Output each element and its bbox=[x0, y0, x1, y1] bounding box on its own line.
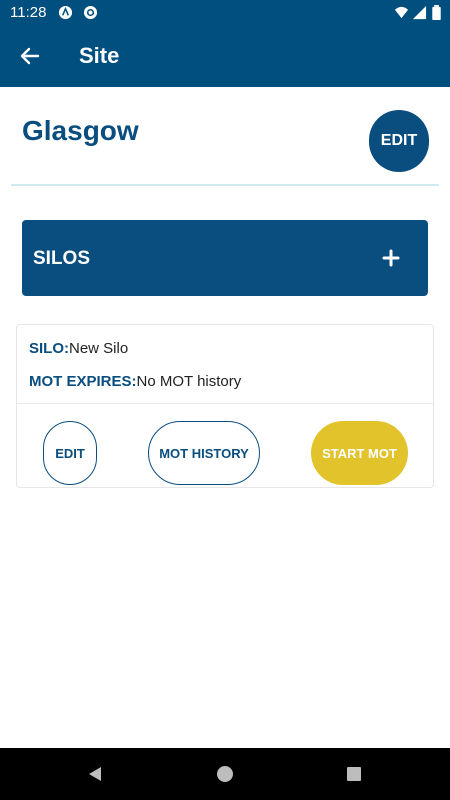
start-mot-button[interactable]: START MOT bbox=[311, 421, 408, 485]
silo-name-row: SILO:New Silo bbox=[29, 340, 128, 357]
mot-expires-row: MOT EXPIRES:No MOT history bbox=[29, 373, 241, 390]
mot-expires-value: No MOT history bbox=[136, 373, 242, 390]
edit-site-button[interactable]: EDIT bbox=[369, 110, 429, 172]
page-title: Site bbox=[79, 43, 120, 68]
back-triangle-icon[interactable] bbox=[85, 764, 105, 784]
silos-section-header: SILOS bbox=[22, 220, 428, 296]
silos-title: SILOS bbox=[33, 248, 91, 269]
signal-icon bbox=[412, 5, 427, 20]
silo-value: New Silo bbox=[69, 340, 129, 357]
mot-history-button[interactable]: MOT HISTORY bbox=[148, 421, 260, 485]
home-circle-icon[interactable] bbox=[215, 764, 235, 784]
app-notification-icon bbox=[58, 5, 73, 20]
status-bar: 11:28 bbox=[0, 0, 450, 25]
site-name: Glasgow bbox=[22, 115, 139, 146]
recents-square-icon[interactable] bbox=[344, 764, 364, 784]
at-sign-icon bbox=[83, 5, 98, 20]
battery-icon bbox=[432, 5, 441, 20]
silo-key: SILO: bbox=[29, 340, 69, 357]
edit-silo-button[interactable]: EDIT bbox=[43, 421, 97, 485]
card-divider bbox=[17, 403, 433, 404]
plus-icon[interactable] bbox=[380, 247, 402, 269]
silo-card: SILO:New Silo MOT EXPIRES:No MOT history… bbox=[16, 324, 434, 488]
divider bbox=[11, 184, 439, 186]
system-nav-bar bbox=[0, 748, 450, 800]
mot-expires-key: MOT EXPIRES: bbox=[29, 373, 137, 390]
wifi-icon bbox=[394, 6, 409, 19]
app-bar: Site bbox=[0, 25, 450, 87]
back-arrow-icon[interactable] bbox=[18, 44, 42, 68]
status-time: 11:28 bbox=[10, 4, 47, 21]
